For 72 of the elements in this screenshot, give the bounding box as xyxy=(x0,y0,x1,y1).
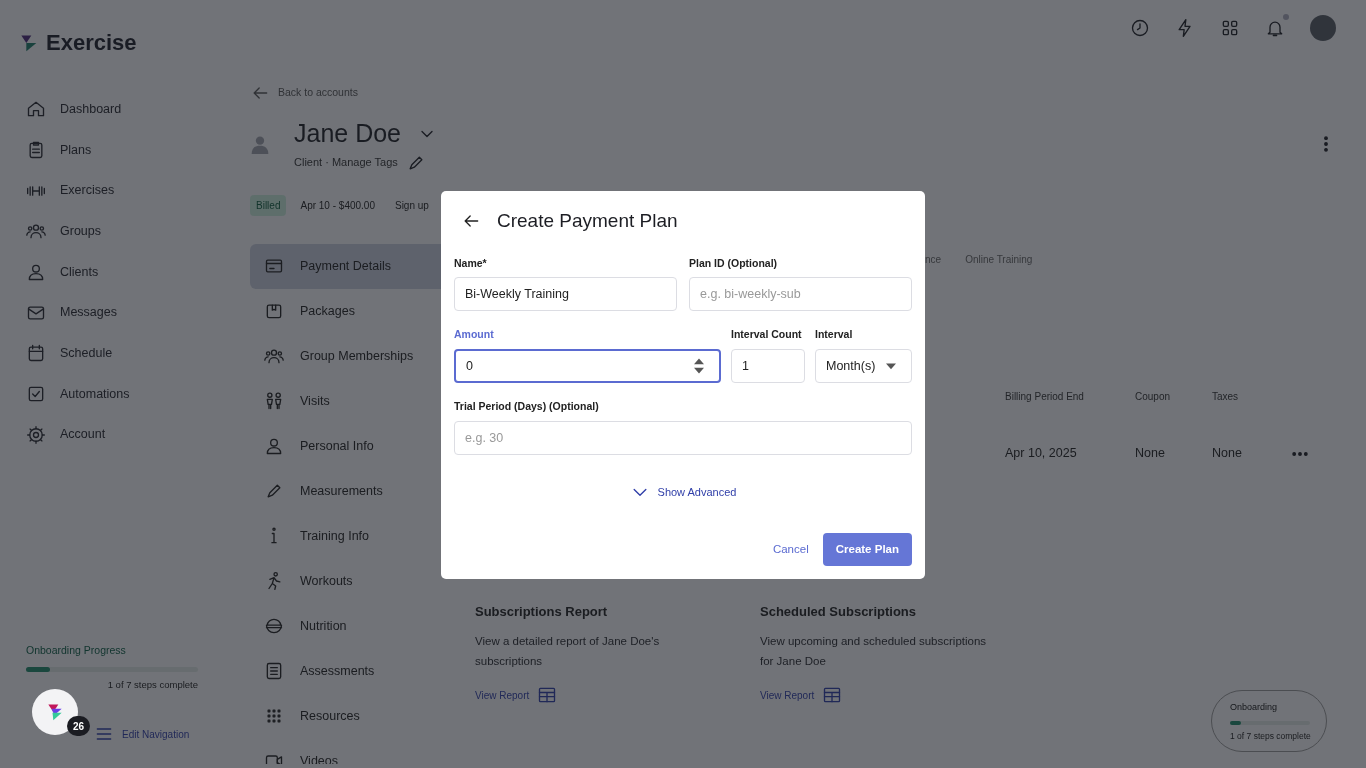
sidebar-item[interactable]: Schedule xyxy=(0,333,240,374)
section-nav-item[interactable]: Assessments xyxy=(250,648,450,694)
field-label: Name* xyxy=(454,255,488,271)
widget-title: Onboarding xyxy=(1230,701,1279,714)
settings-icon xyxy=(26,424,46,445)
dialog-title: Create Payment Plan xyxy=(497,209,678,233)
field-label: Plan ID (Optional) xyxy=(689,255,779,271)
create-plan-button[interactable]: Create Plan xyxy=(822,532,912,566)
card-description: View upcoming and scheduled subscriptions for Jane Doe xyxy=(760,634,988,670)
clock-icon xyxy=(1130,17,1150,38)
calendar-icon xyxy=(26,343,46,364)
sidebar-item[interactable]: Dashboard xyxy=(0,89,240,130)
widget-caption: 1 of 7 steps complete xyxy=(1230,729,1312,743)
section-nav-item[interactable]: Measurements xyxy=(250,468,450,514)
progress-caption: 1 of 7 steps complete xyxy=(106,677,198,692)
person-icon xyxy=(26,262,46,283)
sidebar-item[interactable]: Groups xyxy=(0,211,240,252)
sidebar-item[interactable]: Account xyxy=(0,414,240,456)
table-cell-text: None xyxy=(1212,445,1243,463)
section-nav-item[interactable]: Training Info xyxy=(250,513,450,559)
sidebar-item[interactable]: Automations xyxy=(0,373,240,415)
field-label: Interval Count xyxy=(731,327,803,343)
person-icon xyxy=(264,436,284,456)
section-nav-item[interactable]: Workouts xyxy=(250,558,450,604)
tab[interactable]: Online Training xyxy=(965,251,1033,267)
column-header: Taxes xyxy=(1212,389,1240,404)
input-field[interactable]: 1 xyxy=(731,349,805,383)
status-tag: Billed xyxy=(250,194,287,216)
card-title: Scheduled Subscriptions xyxy=(760,602,918,621)
count-badge: 26 xyxy=(67,716,90,736)
field-label: Interval xyxy=(815,327,854,343)
column-header: Coupon xyxy=(1135,389,1172,404)
view-report-link[interactable]: View Report xyxy=(760,685,843,706)
back-link[interactable]: Back to accounts xyxy=(250,83,358,103)
field-label: Trial Period (Days) (Optional) xyxy=(454,399,600,414)
input-field[interactable]: e.g. bi-weekly-sub xyxy=(689,277,912,312)
cancel-button[interactable]: Cancel xyxy=(766,532,815,566)
amount-field[interactable]: 0 xyxy=(454,349,721,383)
sidebar-item[interactable]: Plans xyxy=(0,129,240,171)
card-title: Subscriptions Report xyxy=(475,602,609,621)
sidebar-item[interactable]: Messages xyxy=(0,292,240,334)
view-report-link[interactable]: View Report xyxy=(475,685,558,706)
column-header: Billing Period End xyxy=(1005,389,1085,404)
info-label: Sign up xyxy=(393,198,430,213)
field-label: Amount xyxy=(454,327,495,343)
onboarding-widget[interactable]: Onboarding 1 of 7 steps complete xyxy=(1211,690,1327,752)
client-name: Jane Doe xyxy=(294,118,402,149)
show-advanced-toggle[interactable]: Show Advanced xyxy=(629,481,737,502)
input-field[interactable]: Bi-Weekly Training xyxy=(454,277,677,312)
section-nav-item[interactable]: Visits xyxy=(250,378,450,424)
section-nav-item[interactable]: Packages xyxy=(250,288,450,334)
user-avatar[interactable] xyxy=(1310,14,1336,41)
sidebar-item[interactable]: Clients xyxy=(0,251,240,293)
interval-dropdown[interactable]: Month(s) xyxy=(815,349,912,383)
card-description: View a detailed report of Jane Doe's subscriptions xyxy=(475,634,661,670)
bowl-icon xyxy=(264,616,284,636)
edit-navigation-link[interactable]: Edit Navigation xyxy=(94,724,190,744)
sidebar-item[interactable]: Exercises xyxy=(0,170,240,212)
table-cell-text: None xyxy=(1135,445,1166,463)
list-icon xyxy=(264,661,284,681)
input-field[interactable]: e.g. 30 xyxy=(454,420,912,455)
table-cell-text: Apr 10, 2025 xyxy=(1005,445,1078,463)
tab[interactable]: nce xyxy=(925,251,942,267)
info-label: Apr 10 - $400.00 xyxy=(299,198,376,213)
two-people-icon xyxy=(264,391,284,411)
client-subtitle: Client · Manage Tags xyxy=(294,155,398,171)
section-nav-item[interactable]: Group Memberships xyxy=(250,333,450,379)
section-nav-item[interactable]: Personal Info xyxy=(250,423,450,469)
app-name: Exercise xyxy=(46,29,137,57)
section-nav-item[interactable]: Resources xyxy=(250,693,450,739)
progress-title: Onboarding Progress xyxy=(26,643,127,658)
section-nav-item[interactable]: Nutrition xyxy=(250,603,450,649)
